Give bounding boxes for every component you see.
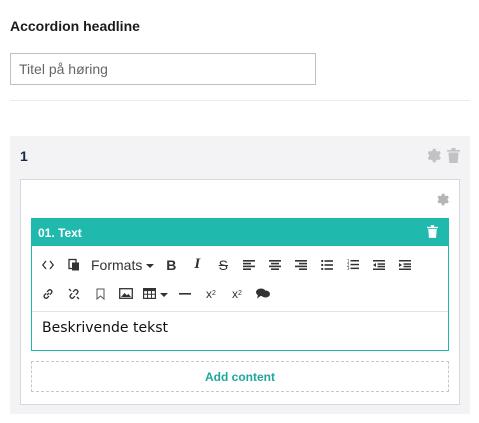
gear-icon[interactable] <box>426 148 441 163</box>
accordion-title-input[interactable] <box>10 53 316 85</box>
outdent-icon[interactable] <box>367 252 391 278</box>
trash-icon[interactable] <box>447 148 460 163</box>
gear-icon[interactable] <box>436 193 449 206</box>
editor-content[interactable]: Beskrivende tekst <box>32 312 448 336</box>
table-dropdown[interactable] <box>140 281 171 307</box>
source-code-icon[interactable] <box>36 252 60 278</box>
bullet-list-icon[interactable] <box>315 252 339 278</box>
item-number: 1 <box>20 148 28 164</box>
item-actions <box>426 148 460 163</box>
italic-icon[interactable]: I <box>185 252 209 278</box>
content-container: 01. Text Formats B I S 1 2 3 x 2 x 2 Bes… <box>20 179 460 405</box>
accordion-item: 1 01. Text Formats B I S 1 2 3 x 2 x 2 B… <box>10 136 470 414</box>
horizontal-rule-icon[interactable] <box>173 281 197 307</box>
align-right-icon[interactable] <box>289 252 313 278</box>
editor-header: 01. Text <box>32 219 448 246</box>
link-icon[interactable] <box>36 281 60 307</box>
section-divider <box>10 100 470 101</box>
toolbar-row-1: Formats B I S 1 2 3 <box>36 250 444 279</box>
accordion-headline-label: Accordion headline <box>10 18 140 34</box>
numbered-list-icon[interactable]: 123 <box>341 252 365 278</box>
trash-icon[interactable] <box>427 225 438 238</box>
add-content-button[interactable]: Add content <box>31 361 449 392</box>
align-center-icon[interactable] <box>263 252 287 278</box>
indent-icon[interactable] <box>393 252 417 278</box>
toolbar-row-2: x2 x2 <box>36 279 444 308</box>
bookmark-icon[interactable] <box>88 281 112 307</box>
image-icon[interactable] <box>114 281 138 307</box>
bold-icon[interactable]: B <box>159 252 183 278</box>
paste-icon[interactable] <box>62 252 86 278</box>
text-editor: 01. Text Formats B I S 1 2 3 x 2 x 2 Bes… <box>31 218 449 351</box>
editor-title: 01. Text <box>38 226 82 240</box>
strikethrough-icon[interactable]: S <box>211 252 235 278</box>
subscript-icon[interactable]: x2 <box>199 281 223 307</box>
superscript-icon[interactable]: x2 <box>225 281 249 307</box>
embed-icon[interactable] <box>251 281 275 307</box>
unlink-icon[interactable] <box>62 281 86 307</box>
svg-text:3: 3 <box>347 266 350 270</box>
formats-dropdown[interactable]: Formats <box>88 252 157 278</box>
chevron-down-icon <box>160 292 168 297</box>
formats-label: Formats <box>91 256 143 273</box>
chevron-down-icon <box>146 263 155 268</box>
editor-toolbar: Formats B I S 1 2 3 x 2 x 2 <box>32 246 448 312</box>
align-left-icon[interactable] <box>237 252 261 278</box>
